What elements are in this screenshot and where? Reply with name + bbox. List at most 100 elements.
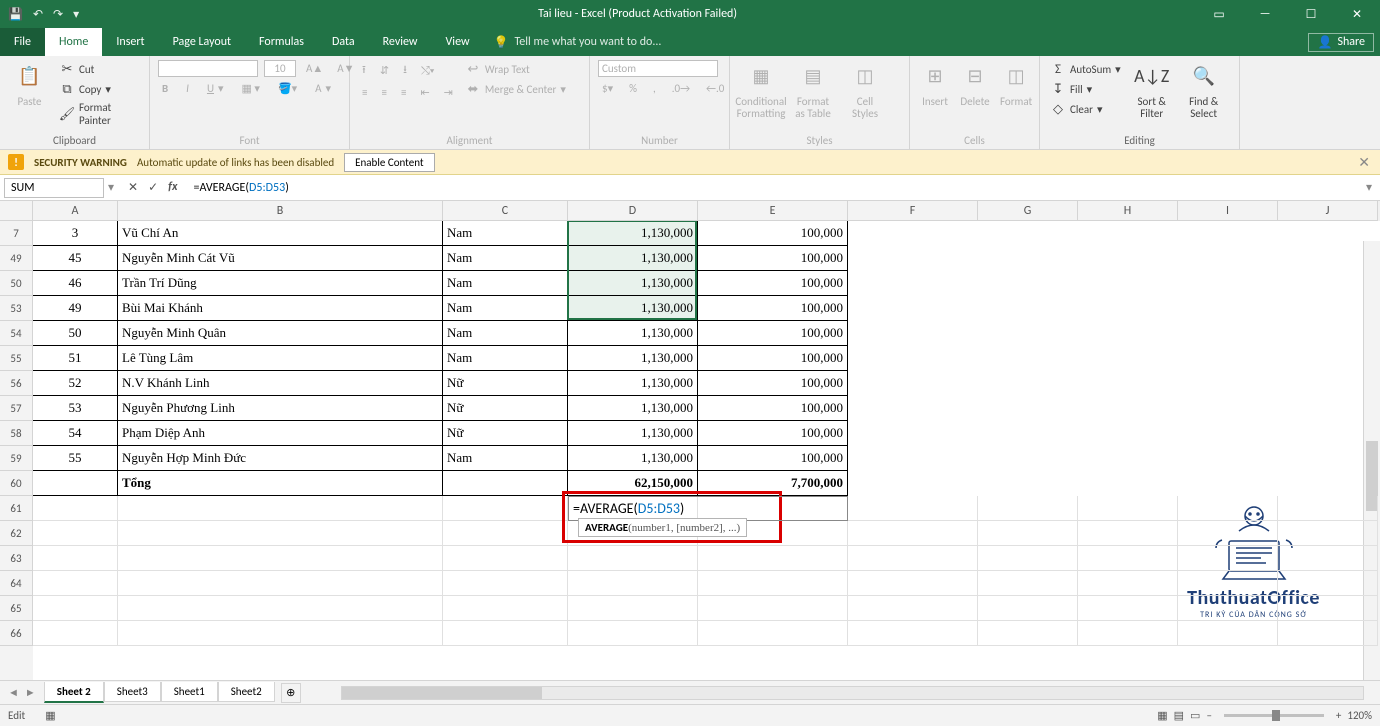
cell[interactable] (118, 546, 443, 571)
copy-button[interactable]: ⧉Copy ▾ (57, 80, 141, 98)
cell[interactable] (848, 546, 978, 571)
cell[interactable] (568, 596, 698, 621)
cell[interactable] (568, 571, 698, 596)
cell[interactable]: 3 (33, 221, 118, 246)
tab-page-layout[interactable]: Page Layout (159, 28, 245, 56)
cell[interactable]: Nam (443, 296, 568, 321)
row-header[interactable]: 49 (0, 246, 33, 271)
cell[interactable] (848, 621, 978, 646)
format-painter-button[interactable]: 🖌Format Painter (57, 100, 141, 128)
cancel-formula-button[interactable]: ✕ (128, 180, 138, 195)
increase-font-button[interactable]: A▲ (302, 61, 327, 76)
cell[interactable] (978, 621, 1078, 646)
cell[interactable]: Nam (443, 346, 568, 371)
cell[interactable] (1078, 546, 1178, 571)
row-header[interactable]: 60 (0, 471, 33, 496)
tab-formulas[interactable]: Formulas (245, 28, 318, 56)
font-name-input[interactable] (158, 60, 258, 77)
cell[interactable]: 45 (33, 246, 118, 271)
cell[interactable]: 100,000 (698, 246, 848, 271)
row-header[interactable]: 65 (0, 596, 33, 621)
cell[interactable] (1278, 546, 1378, 571)
sheet-tab[interactable]: Sheet1 (161, 682, 218, 702)
cell[interactable] (443, 496, 568, 521)
save-icon[interactable]: 💾 (8, 7, 23, 22)
cell[interactable] (118, 521, 443, 546)
cell[interactable]: 1,130,000 (568, 396, 698, 421)
cell[interactable]: 100,000 (698, 221, 848, 246)
cell[interactable] (118, 496, 443, 521)
italic-button[interactable]: I (182, 81, 193, 96)
cell[interactable]: Nữ (443, 396, 568, 421)
zoom-slider-thumb[interactable] (1272, 710, 1280, 721)
enable-content-button[interactable]: Enable Content (344, 153, 434, 172)
cell[interactable] (1078, 571, 1178, 596)
horizontal-scrollbar[interactable] (341, 686, 1364, 700)
format-cells-button[interactable]: ◫Format (998, 60, 1034, 110)
cell[interactable]: 100,000 (698, 271, 848, 296)
fill-button[interactable]: ↧Fill ▾ (1048, 80, 1123, 98)
cell[interactable]: 1,130,000 (568, 271, 698, 296)
cell[interactable]: Nam (443, 271, 568, 296)
redo-icon[interactable]: ↷ (53, 7, 63, 22)
number-format-select[interactable] (598, 60, 718, 77)
cell[interactable] (698, 621, 848, 646)
tab-insert[interactable]: Insert (102, 28, 158, 56)
cell[interactable]: 1,130,000 (568, 221, 698, 246)
underline-button[interactable]: U ▾ (203, 81, 228, 96)
cell[interactable] (1078, 596, 1178, 621)
zoom-level[interactable]: 120% (1347, 709, 1372, 722)
cell[interactable] (1278, 571, 1378, 596)
cell[interactable] (1078, 496, 1178, 521)
tab-review[interactable]: Review (369, 28, 432, 56)
page-break-view-button[interactable]: ▭ (1190, 709, 1200, 722)
tab-file[interactable]: File (0, 28, 45, 56)
cell[interactable]: 1,130,000 (568, 371, 698, 396)
column-header-i[interactable]: I (1178, 201, 1278, 221)
cell[interactable]: 100,000 (698, 421, 848, 446)
accounting-format-button[interactable]: $▾ (598, 81, 617, 96)
cell[interactable] (1278, 596, 1378, 621)
sheet-tab-active[interactable]: Sheet 2 (44, 682, 104, 703)
cell[interactable]: 100,000 (698, 321, 848, 346)
cell[interactable]: 1,130,000 (568, 446, 698, 471)
cell[interactable] (33, 496, 118, 521)
cell[interactable] (443, 596, 568, 621)
cell[interactable] (978, 521, 1078, 546)
cell[interactable]: 100,000 (698, 446, 848, 471)
increase-decimal-button[interactable]: .0→ (668, 81, 694, 96)
column-header-c[interactable]: C (443, 201, 568, 221)
column-header-e[interactable]: E (698, 201, 848, 221)
tab-home[interactable]: Home (45, 28, 102, 56)
cell[interactable] (698, 546, 848, 571)
decrease-decimal-button[interactable]: ←.0 (702, 81, 728, 96)
cell[interactable]: 52 (33, 371, 118, 396)
cell[interactable] (698, 571, 848, 596)
row-header[interactable]: 54 (0, 321, 33, 346)
cell[interactable] (568, 546, 698, 571)
row-header[interactable]: 59 (0, 446, 33, 471)
cell[interactable] (848, 596, 978, 621)
cell[interactable] (1278, 496, 1378, 521)
cell[interactable]: 100,000 (698, 396, 848, 421)
delete-cells-button[interactable]: ⊟Delete (958, 60, 992, 110)
cell[interactable] (33, 571, 118, 596)
cell[interactable] (443, 621, 568, 646)
cell-styles-button[interactable]: ◫Cell Styles (842, 60, 888, 122)
row-header[interactable]: 66 (0, 621, 33, 646)
zoom-slider[interactable] (1224, 714, 1324, 717)
cell[interactable]: 54 (33, 421, 118, 446)
undo-icon[interactable]: ↶ (33, 7, 43, 22)
cell[interactable]: 100,000 (698, 346, 848, 371)
cell[interactable] (1178, 521, 1278, 546)
row-header[interactable]: 53 (0, 296, 33, 321)
cell[interactable]: 53 (33, 396, 118, 421)
macro-record-icon[interactable]: ▦ (45, 709, 55, 722)
cell[interactable]: 55 (33, 446, 118, 471)
cell[interactable]: Nam (443, 321, 568, 346)
merge-center-button[interactable]: ⬌Merge & Center ▾ (463, 80, 568, 98)
cell[interactable] (1178, 621, 1278, 646)
cell[interactable]: Lê Tùng Lâm (118, 346, 443, 371)
align-right-button[interactable]: ≡ (397, 85, 410, 100)
row-header[interactable]: 7 (0, 221, 33, 246)
